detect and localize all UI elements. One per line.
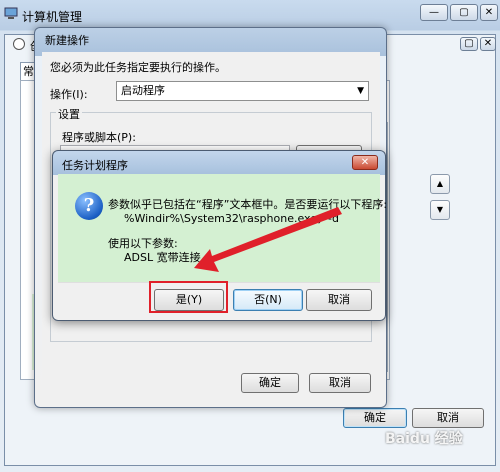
main-window-title: 计算机管理 (22, 10, 83, 24)
chevron-down-icon: ▼ (357, 86, 364, 96)
highlight-box (149, 281, 228, 313)
minimize-button[interactable]: — (420, 4, 448, 21)
clock-icon (13, 38, 25, 50)
action-select[interactable]: 启动程序 ▼ (116, 81, 369, 101)
task-scheduler-title: 任务计划程序 (62, 159, 128, 172)
cancel-button[interactable]: 取消 (306, 289, 372, 311)
params-value: ADSL 宽带连接 (124, 251, 201, 264)
new-action-prompt: 您必须为此任务指定要执行的操作。 (50, 61, 226, 74)
new-action-cancel-button[interactable]: 取消 (309, 373, 371, 393)
action-label: 操作(I): (50, 88, 88, 101)
settings-label: 设置 (56, 106, 82, 122)
action-select-value: 启动程序 (121, 84, 165, 97)
no-button[interactable]: 否(N) (233, 289, 303, 311)
maximize-button[interactable]: ▢ (450, 4, 478, 21)
task-ok-button[interactable]: 确定 (343, 408, 407, 428)
message-content (58, 174, 380, 282)
task-maximize-button[interactable]: ▢ (460, 37, 478, 51)
task-cancel-button[interactable]: 取消 (412, 408, 484, 428)
computer-management-icon (4, 7, 18, 19)
main-close-button-visible[interactable]: ✕ (480, 4, 498, 21)
program-label: 程序或脚本(P): (62, 131, 136, 144)
move-up-button[interactable]: ▲ (430, 174, 450, 194)
move-down-button[interactable]: ▼ (430, 200, 450, 220)
question-icon: ? (75, 192, 103, 220)
close-icon[interactable]: ✕ (352, 155, 378, 170)
task-close-button[interactable]: ✕ (480, 37, 496, 51)
new-action-title: 新建操作 (45, 34, 89, 47)
new-action-ok-button[interactable]: 确定 (241, 373, 299, 393)
baidu-watermark: Baidu 经验 (385, 431, 463, 447)
program-path: %Windir%\System32\rasphone.exe，-d (124, 212, 339, 225)
